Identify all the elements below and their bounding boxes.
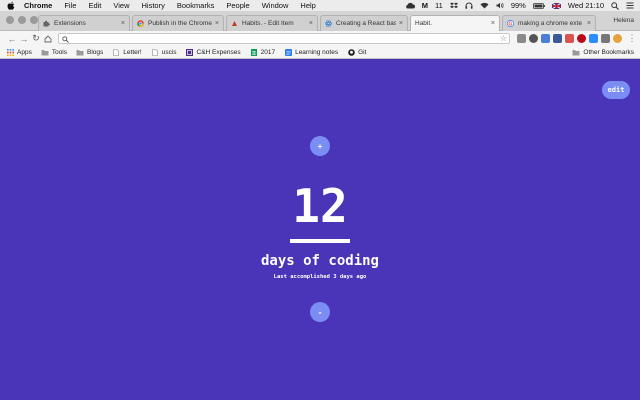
input-flag-icon[interactable]: [551, 2, 561, 9]
menu-edit[interactable]: Edit: [88, 1, 101, 10]
bookmark-letter[interactable]: Letter!: [112, 48, 142, 56]
menu-window[interactable]: Window: [262, 1, 289, 10]
bookmark-tools[interactable]: Tools: [41, 49, 67, 56]
last-accomplished: Last accomplished 3 days ago: [273, 274, 367, 280]
close-tab-icon[interactable]: ×: [215, 20, 219, 27]
browser-toolbar: ← → ↻ ☆ ⋮: [0, 31, 640, 46]
extension-icon-7[interactable]: [601, 34, 610, 43]
folder-icon: [572, 49, 580, 56]
close-tab-icon[interactable]: ×: [309, 20, 313, 27]
menu-help[interactable]: Help: [300, 1, 315, 10]
bookmark-git[interactable]: Git: [347, 49, 366, 56]
habit-name: days of coding: [260, 253, 379, 269]
github-icon: [347, 48, 355, 56]
habit-page: edit + 12 days of coding Last accomplish…: [0, 60, 640, 400]
app-icon: [231, 20, 238, 27]
extension-icon-2[interactable]: [529, 34, 538, 43]
tab-habits-edit-item[interactable]: Habits. - Edit Item ×: [226, 15, 318, 31]
bookmark-apps[interactable]: Apps: [6, 48, 32, 56]
home-icon[interactable]: [42, 33, 54, 45]
bookmark-other[interactable]: Other Bookmarks: [572, 49, 634, 56]
page-icon: [151, 48, 159, 56]
window-controls: [6, 16, 38, 24]
menu-bookmarks[interactable]: Bookmarks: [177, 1, 215, 10]
increment-button[interactable]: +: [310, 136, 330, 156]
bookmark-ch-expenses[interactable]: C&H Expenses: [186, 48, 241, 56]
zoom-window-button[interactable]: [30, 16, 38, 24]
decrement-button[interactable]: -: [310, 302, 330, 322]
page-icon: [112, 48, 120, 56]
menu-view[interactable]: View: [113, 1, 129, 10]
mail-badge-icon[interactable]: M: [422, 1, 428, 10]
tab-habit[interactable]: Habit. ×: [410, 15, 500, 31]
menu-people[interactable]: People: [226, 1, 249, 10]
puzzle-icon: [43, 20, 50, 27]
close-tab-icon[interactable]: ×: [587, 20, 591, 27]
reload-icon[interactable]: ↻: [30, 33, 42, 45]
count-underline: [290, 239, 350, 243]
habit-count: 12: [292, 179, 348, 233]
ch-icon: [186, 48, 194, 56]
dropbox-icon[interactable]: [449, 2, 458, 9]
pinterest-icon[interactable]: [577, 34, 586, 43]
minimize-window-button[interactable]: [18, 16, 26, 24]
tab-publish[interactable]: Publish in the Chrome ×: [132, 15, 224, 31]
forward-arrow-icon[interactable]: →: [18, 33, 30, 45]
mac-menubar: Chrome File Edit View History Bookmarks …: [0, 0, 640, 11]
extension-icon-3[interactable]: [541, 34, 550, 43]
bookmark-blogs[interactable]: Blogs: [76, 49, 103, 56]
bookmark-star-icon[interactable]: ☆: [500, 34, 507, 43]
cloud-icon[interactable]: [405, 2, 415, 9]
spotlight-search-icon[interactable]: [611, 1, 619, 10]
menu-list-icon[interactable]: [626, 2, 634, 9]
bookmark-uscis[interactable]: uscis: [151, 49, 177, 56]
menu-history[interactable]: History: [142, 1, 165, 10]
back-arrow-icon[interactable]: ←: [6, 33, 18, 45]
battery-icon[interactable]: [532, 2, 545, 9]
extension-icon-4[interactable]: [553, 34, 562, 43]
search-icon: [62, 30, 69, 48]
bookmark-learning-notes[interactable]: Learning notes: [284, 48, 338, 56]
tab-making-chrome-extension[interactable]: G making a chrome exte ×: [502, 15, 596, 31]
doc-icon: [284, 48, 292, 56]
clock: Wed 21:10: [567, 1, 604, 10]
profile-name[interactable]: Helena: [613, 17, 634, 24]
apps-grid-icon: [6, 48, 14, 56]
close-tab-icon[interactable]: ×: [399, 20, 403, 27]
folder-icon: [76, 49, 84, 56]
extension-icon-5[interactable]: [565, 34, 574, 43]
battery-percent: 99%: [510, 1, 526, 10]
menu-chrome[interactable]: Chrome: [24, 1, 52, 10]
chrome-menu-icon[interactable]: ⋮: [626, 32, 638, 44]
react-icon: [325, 20, 332, 27]
volume-icon[interactable]: [496, 2, 504, 9]
sheet-icon: [250, 48, 258, 56]
tab-extensions[interactable]: Extensions ×: [38, 15, 130, 31]
tab-strip: Extensions × Publish in the Chrome × Hab…: [0, 11, 640, 31]
menu-file[interactable]: File: [64, 1, 76, 10]
chrome-icon: [137, 20, 144, 27]
address-bar[interactable]: [58, 33, 510, 44]
bookmarks-bar: Apps Tools Blogs Letter! uscis C&H Expen…: [0, 46, 640, 59]
close-tab-icon[interactable]: ×: [491, 20, 495, 27]
wifi-icon[interactable]: [480, 2, 489, 9]
extension-icon-8[interactable]: [613, 34, 622, 43]
google-icon: G: [507, 20, 514, 27]
folder-icon: [41, 49, 49, 56]
close-tab-icon[interactable]: ×: [121, 20, 125, 27]
url-input[interactable]: [72, 35, 509, 42]
extension-icon-1[interactable]: [517, 34, 526, 43]
extension-icon-6[interactable]: [589, 34, 598, 43]
notification-count: 11: [435, 1, 443, 10]
svg-text:G: G: [509, 21, 513, 27]
apple-icon[interactable]: [6, 1, 15, 10]
edit-button[interactable]: edit: [602, 81, 630, 99]
close-window-button[interactable]: [6, 16, 14, 24]
bookmark-2017[interactable]: 2017: [250, 48, 275, 56]
headphones-icon[interactable]: [465, 2, 473, 9]
tab-react[interactable]: Creating a React base ×: [320, 15, 408, 31]
